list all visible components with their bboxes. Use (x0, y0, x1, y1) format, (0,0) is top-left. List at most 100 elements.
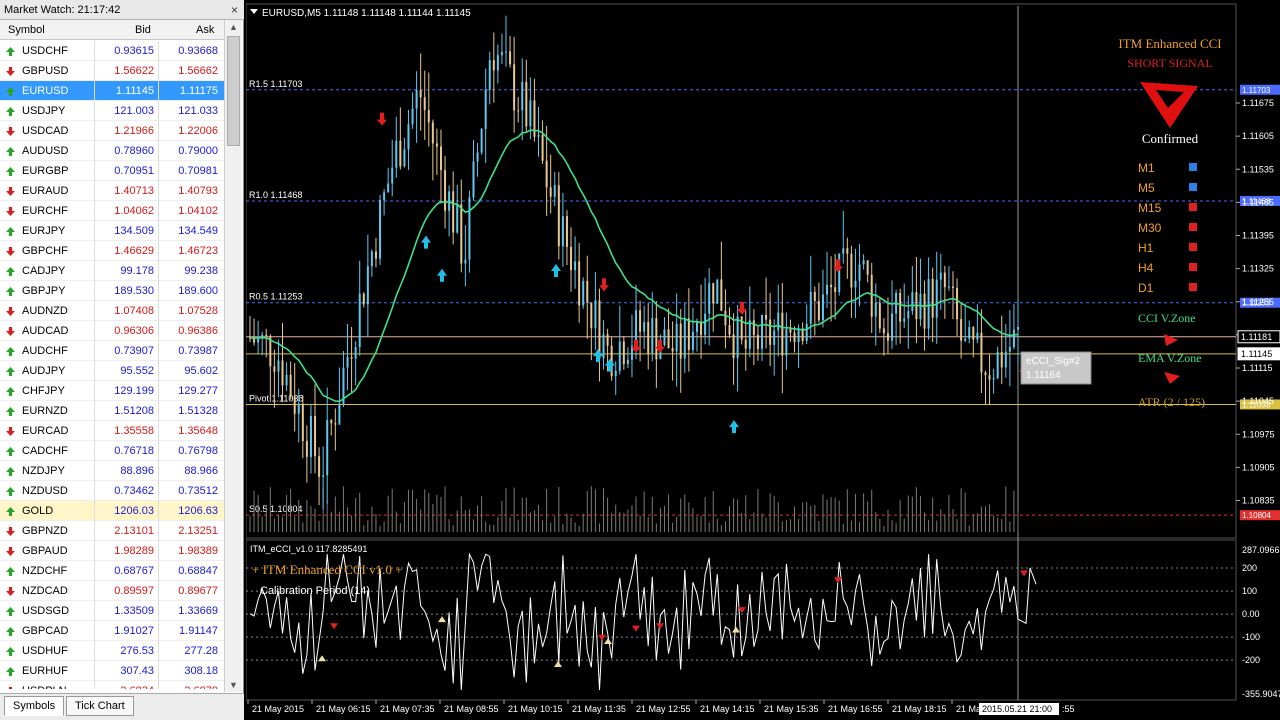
candle-body (1012, 329, 1015, 348)
level-price-text: 1.10804 (1242, 511, 1271, 520)
table-row[interactable]: EURHUF 307.43 308.18 (0, 661, 224, 681)
table-row[interactable]: NZDJPY 88.896 88.966 (0, 461, 224, 481)
table-row[interactable]: NZDUSD 0.73462 0.73512 (0, 481, 224, 501)
table-row[interactable]: AUDCHF 0.73907 0.73987 (0, 341, 224, 361)
ask-cell: 0.93668 (178, 45, 218, 57)
column-divider (94, 381, 95, 401)
table-row[interactable]: GOLD 1206.03 1206.63 (0, 501, 224, 521)
table-row[interactable]: USDHUF 276.53 277.28 (0, 641, 224, 661)
table-row[interactable]: USDCAD 1.21966 1.22006 (0, 121, 224, 141)
table-row[interactable]: GBPAUD 1.98289 1.98389 (0, 541, 224, 561)
level-label: R1.0 1.11468 (249, 190, 302, 200)
candle-body (541, 134, 544, 161)
chart-menu-icon[interactable] (250, 9, 258, 14)
cci-calibration: Calibration Period (14) (260, 585, 370, 597)
arrow-up-icon (6, 87, 15, 96)
price-tick-label: 1.10835 (1242, 496, 1275, 506)
timeframe-status-icon (1189, 203, 1197, 211)
candle-body (309, 416, 312, 457)
table-row[interactable]: AUDJPY 95.552 95.602 (0, 361, 224, 381)
close-icon[interactable]: × (231, 2, 238, 18)
table-row[interactable]: EURAUD 1.40713 1.40793 (0, 181, 224, 201)
ask-cell: 1.51328 (178, 405, 218, 417)
bid-cell: 1.56622 (114, 65, 154, 77)
table-row[interactable]: CADJPY 99.178 99.238 (0, 261, 224, 281)
candle-body (338, 403, 341, 425)
chart-window[interactable]: R1.5 1.11703 1.11703 R1.0 1.11468 1.11468 R0… (245, 0, 1280, 720)
candle-body (289, 374, 292, 397)
candle-body (797, 328, 800, 342)
symbol-cell: EURCAD (22, 425, 69, 437)
candle-body (826, 284, 829, 295)
scrollbar-thumb[interactable] (227, 36, 240, 146)
bid-cell: 1.11145 (115, 85, 154, 97)
table-row[interactable]: GBPUSD 1.56622 1.56662 (0, 61, 224, 81)
table-row[interactable]: EURNZD 1.51208 1.51328 (0, 401, 224, 421)
table-row[interactable]: EURGBP 0.70951 0.70981 (0, 161, 224, 181)
column-symbol[interactable]: Symbol (8, 20, 45, 40)
arrow-down-icon (6, 67, 15, 76)
table-row[interactable]: USDCHF 0.93615 0.93668 (0, 41, 224, 61)
price-tick-label: 1.11395 (1242, 231, 1274, 241)
candle-body (817, 301, 820, 321)
candle-body (456, 204, 459, 233)
bid-cell: 134.509 (114, 225, 154, 237)
buy-arrow-icon (729, 420, 739, 434)
column-divider (158, 681, 159, 689)
table-row[interactable]: AUDCAD 0.96306 0.96386 (0, 321, 224, 341)
arrow-up-icon (6, 107, 15, 116)
table-row[interactable]: USDPLN 3.68343.6879 (0, 681, 224, 689)
candle-body (492, 60, 495, 71)
table-row[interactable]: EURUSD 1.11145 1.11175 (0, 81, 224, 101)
tab-symbols[interactable]: Symbols (4, 696, 65, 716)
symbol-cell: NZDCHF (22, 565, 68, 577)
table-row[interactable]: EURCAD 1.35558 1.35648 (0, 421, 224, 441)
ask-cell: 2.13251 (178, 525, 218, 537)
table-row[interactable]: NZDCAD 0.89597 0.89677 (0, 581, 224, 601)
scroll-up-icon[interactable]: ▲ (229, 22, 238, 32)
table-row[interactable]: CHFJPY 129.199 129.277 (0, 381, 224, 401)
table-row[interactable]: USDJPY 121.003 121.033 (0, 101, 224, 121)
price-chart[interactable]: R1.5 1.117031.11703R1.0 1.114681.11468R0… (245, 0, 1280, 720)
level-label: R0.5 1.11253 (249, 292, 302, 302)
table-row[interactable]: EURJPY 134.509 134.549 (0, 221, 224, 241)
candle-body (732, 334, 735, 359)
table-row[interactable]: GBPCHF 1.46629 1.46723 (0, 241, 224, 261)
table-row[interactable]: USDSGD 1.33509 1.33669 (0, 601, 224, 621)
column-bid[interactable]: Bid (135, 20, 151, 40)
price-tick-label: 1.11255 (1242, 297, 1274, 307)
timeframe-label: H4 (1138, 261, 1154, 275)
arrow-down-icon (6, 527, 15, 536)
arrow-down-icon (6, 307, 15, 316)
table-row[interactable]: CADCHF 0.76718 0.76798 (0, 441, 224, 461)
table-row[interactable]: AUDUSD 0.78960 0.79000 (0, 141, 224, 161)
scrollbar[interactable]: ▲ ▼ (224, 20, 242, 692)
candle-body (813, 291, 816, 302)
time-axis: 21 May 2015 21 May 06:15 21 May 07:35 21 Ma… (247, 700, 1075, 715)
bid-cell: 99.178 (120, 265, 154, 277)
arrow-up-icon (6, 667, 15, 676)
tab-tick-chart[interactable]: Tick Chart (66, 696, 134, 716)
table-row[interactable]: AUDNZD 1.07408 1.07528 (0, 301, 224, 321)
column-ask[interactable]: Ask (196, 20, 214, 40)
price-tick-label: 1.11535 (1242, 164, 1274, 174)
symbol-cell: USDPLN (22, 681, 67, 689)
candle-body (561, 216, 564, 247)
candle-body (318, 456, 321, 477)
table-row[interactable]: GBPJPY 189.530 189.600 (0, 281, 224, 301)
level-label: R1.5 1.11703 (249, 79, 302, 89)
scroll-down-icon[interactable]: ▼ (229, 680, 238, 690)
column-divider (94, 201, 95, 221)
table-row[interactable]: GBPNZD 2.13101 2.13251 (0, 521, 224, 541)
table-row[interactable]: GBPCAD 1.91027 1.91147 (0, 621, 224, 641)
current-price-text: 1.11181 (1241, 332, 1272, 342)
time-tick-label: 21 May 11:35 (572, 704, 626, 714)
candle-body (334, 423, 337, 425)
table-row[interactable]: NZDCHF 0.68767 0.68847 (0, 561, 224, 581)
signal-panel-signal: SHORT SIGNAL (1127, 56, 1212, 70)
candle-body (972, 327, 975, 340)
column-divider (94, 581, 95, 601)
candle-body (903, 318, 906, 322)
table-row[interactable]: EURCHF 1.04062 1.04102 (0, 201, 224, 221)
cci-indicator-name: + ITM Enhanced CCI v1.0 + (252, 562, 402, 577)
